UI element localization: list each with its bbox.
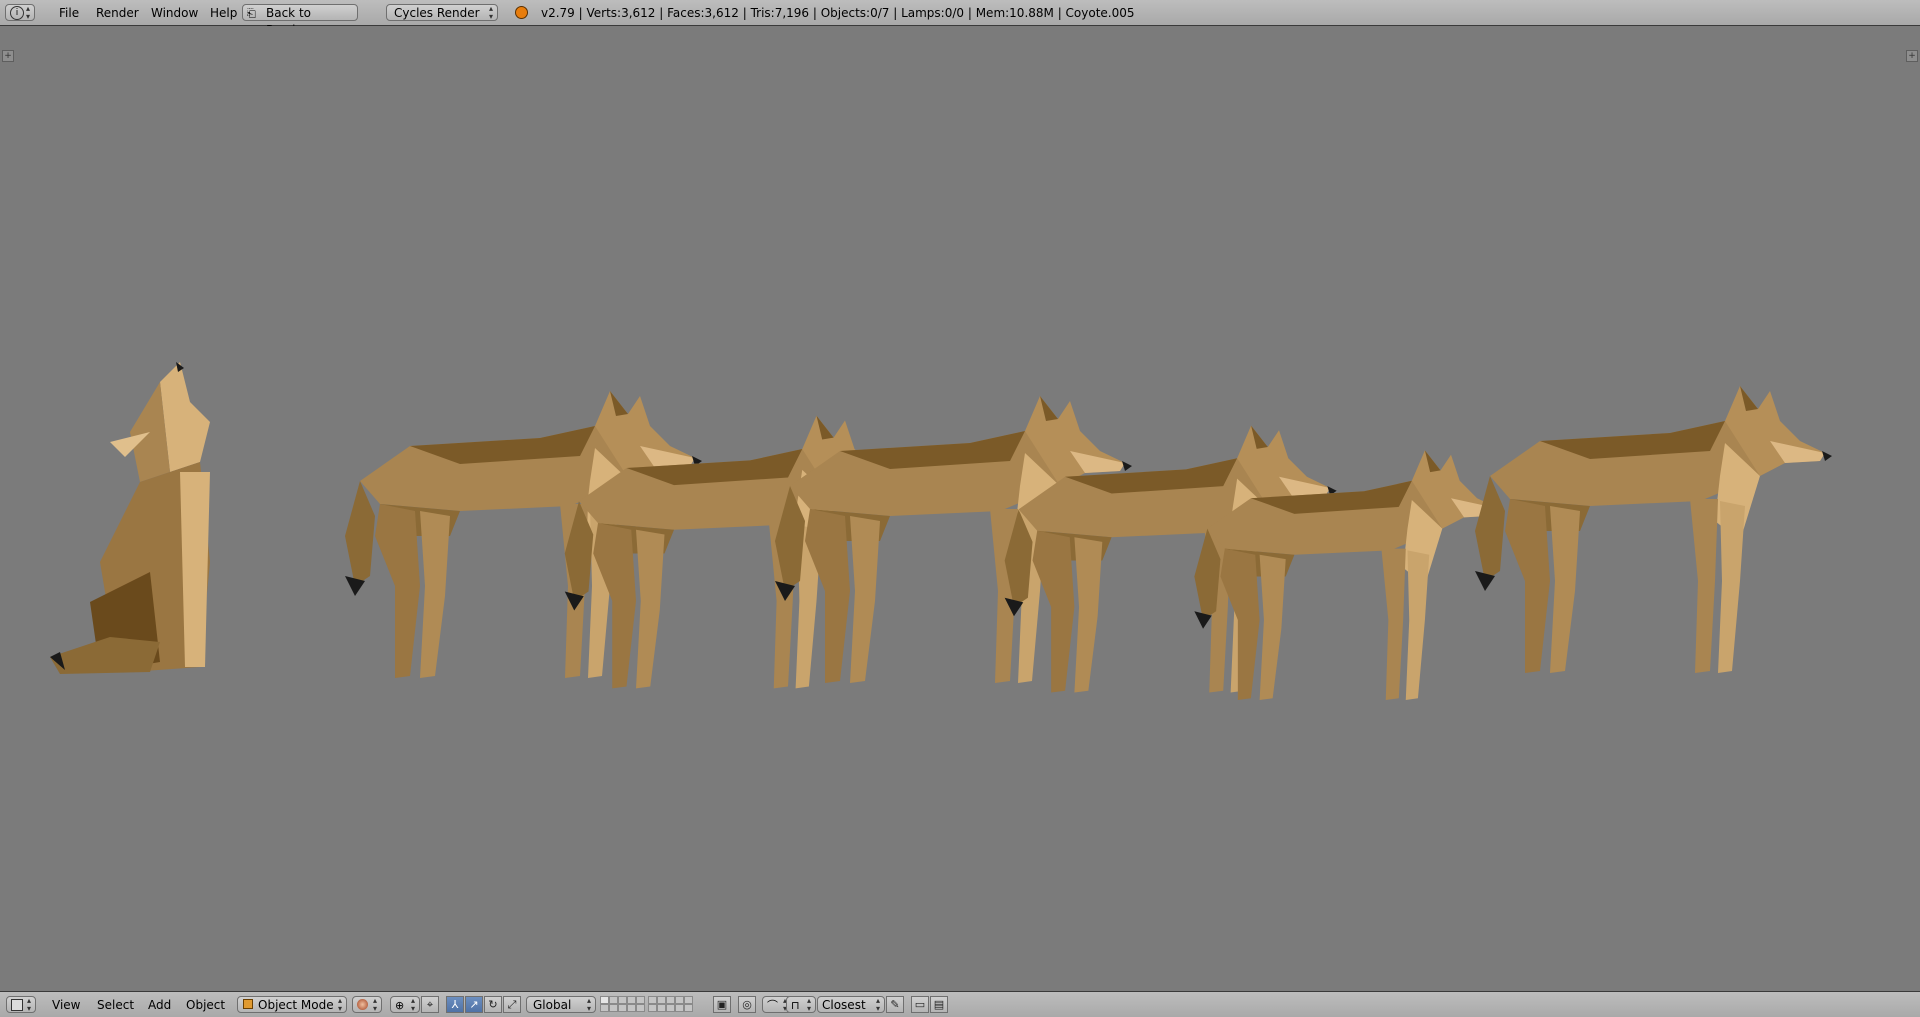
magnet-icon: ⊓ <box>791 999 800 1012</box>
layer-cell[interactable] <box>684 1004 693 1012</box>
editor-type-selector[interactable]: i ▴ ▾ <box>5 4 35 21</box>
proportional-editing-icon[interactable]: ◎ <box>738 996 756 1013</box>
manipulator-toggle-icon[interactable]: ⅄ <box>446 996 464 1013</box>
opengl-render-image-icon[interactable]: ✎ <box>886 996 904 1013</box>
scene-render <box>50 362 1832 701</box>
updown-arrows-icon: ▴ ▾ <box>875 996 880 1013</box>
scale-manipulator-icon[interactable]: ⤢ <box>503 996 521 1013</box>
pivot-icon: ⊕ <box>395 999 405 1012</box>
3d-view-cube-icon <box>11 999 23 1011</box>
updown-arrows-icon: ▴ ▾ <box>25 4 30 21</box>
layer-cell[interactable] <box>609 1004 618 1012</box>
back-to-previous-button[interactable]: ⎗ Back to Previous <box>242 4 358 37</box>
menu-select[interactable]: Select <box>97 996 134 1014</box>
layer-cell[interactable] <box>666 1004 675 1012</box>
menu-add[interactable]: Add <box>148 996 171 1014</box>
layer-cell[interactable] <box>657 996 666 1004</box>
pivot-point-dropdown[interactable]: ⊕ ▴ ▾ <box>390 996 420 1013</box>
snap-target-dropdown[interactable]: Closest ▴ ▾ <box>817 996 885 1013</box>
layer-cell[interactable] <box>600 996 609 1004</box>
transform-orientation-dropdown[interactable]: Global ▴ ▾ <box>526 996 596 1013</box>
interaction-mode-label: Object Mode <box>258 998 334 1012</box>
solid-shading-icon <box>357 999 368 1010</box>
layer-cell[interactable] <box>609 996 618 1004</box>
layer-cell[interactable] <box>675 996 684 1004</box>
manipulator-only-origins-icon[interactable]: ⌖ <box>421 996 439 1013</box>
info-icon: i <box>10 6 24 20</box>
layer-cell[interactable] <box>627 996 636 1004</box>
layer-cell[interactable] <box>648 996 657 1004</box>
layer-cell[interactable] <box>636 1004 645 1012</box>
layer-cell[interactable] <box>618 1004 627 1012</box>
lock-camera-layers-icon[interactable]: ▣ <box>713 996 731 1013</box>
updown-arrows-icon: ▴ ▾ <box>586 996 591 1013</box>
3d-viewport[interactable]: + + <box>0 26 1920 991</box>
updown-arrows-icon: ▴ ▾ <box>337 996 342 1013</box>
falloff-icon: ⌒ <box>767 999 778 1012</box>
scene-statistics: v2.79 | Verts:3,612 | Faces:3,612 | Tris… <box>541 6 1135 20</box>
menu-render[interactable]: Render <box>90 4 145 22</box>
layer-cell[interactable] <box>657 1004 666 1012</box>
menu-object[interactable]: Object <box>186 996 225 1014</box>
blender-logo-icon <box>515 6 528 19</box>
back-icon: ⎗ <box>247 7 256 20</box>
updown-arrows-icon: ▴ ▾ <box>806 996 811 1013</box>
layer-cell[interactable] <box>600 1004 609 1012</box>
menu-help[interactable]: Help <box>204 4 243 22</box>
updown-arrows-icon: ▴ ▾ <box>488 4 493 21</box>
updown-arrows-icon: ▴ ▾ <box>26 996 31 1013</box>
layer-block-2[interactable] <box>648 996 693 1013</box>
snap-toggle[interactable]: ⊓ ▴ ▾ <box>786 996 816 1013</box>
render-engine-dropdown[interactable]: Cycles Render ▴ ▾ <box>386 4 498 21</box>
layer-cell[interactable] <box>684 996 693 1004</box>
info-header: i ▴▾ File Render Window Help ⎗ Back to P… <box>0 0 1920 37</box>
layer-cell[interactable] <box>666 996 675 1004</box>
interaction-mode-dropdown[interactable]: Object Mode ▴ ▾ <box>237 996 347 1013</box>
layer-cell[interactable] <box>618 996 627 1004</box>
layer-grid[interactable] <box>600 996 696 1013</box>
transform-orientation-label: Global <box>533 998 572 1012</box>
layer-cell[interactable] <box>648 1004 657 1012</box>
viewport-shading-dropdown[interactable]: ▴ ▾ <box>352 996 382 1013</box>
3d-view-header: ▴ ▾ View Select Add Object Object Mode ▴ ▾… <box>0 991 1920 1017</box>
editor-type-selector[interactable]: ▴ ▾ <box>6 996 36 1013</box>
coyote-6 <box>1475 386 1832 673</box>
opengl-render-animation-icon[interactable]: ▤ <box>930 996 948 1013</box>
layer-block-1[interactable] <box>600 996 645 1013</box>
rotate-manipulator-icon[interactable]: ↻ <box>484 996 502 1013</box>
object-mode-icon <box>243 999 253 1009</box>
translate-manipulator-icon[interactable]: ↗ <box>465 996 483 1013</box>
snap-target-label: Closest <box>822 998 866 1012</box>
layer-cell[interactable] <box>675 1004 684 1012</box>
updown-arrows-icon: ▴ ▾ <box>372 996 377 1013</box>
layer-cell[interactable] <box>636 996 645 1004</box>
menu-view[interactable]: View <box>52 996 80 1014</box>
updown-arrows-icon: ▴ ▾ <box>410 996 415 1013</box>
render-engine-label: Cycles Render <box>394 6 480 20</box>
menu-file[interactable]: File <box>53 4 85 22</box>
layer-cell[interactable] <box>627 1004 636 1012</box>
opengl-render-still-icon[interactable]: ▭ <box>911 996 929 1013</box>
coyote-sitting <box>50 362 210 674</box>
menu-window[interactable]: Window <box>145 4 204 22</box>
